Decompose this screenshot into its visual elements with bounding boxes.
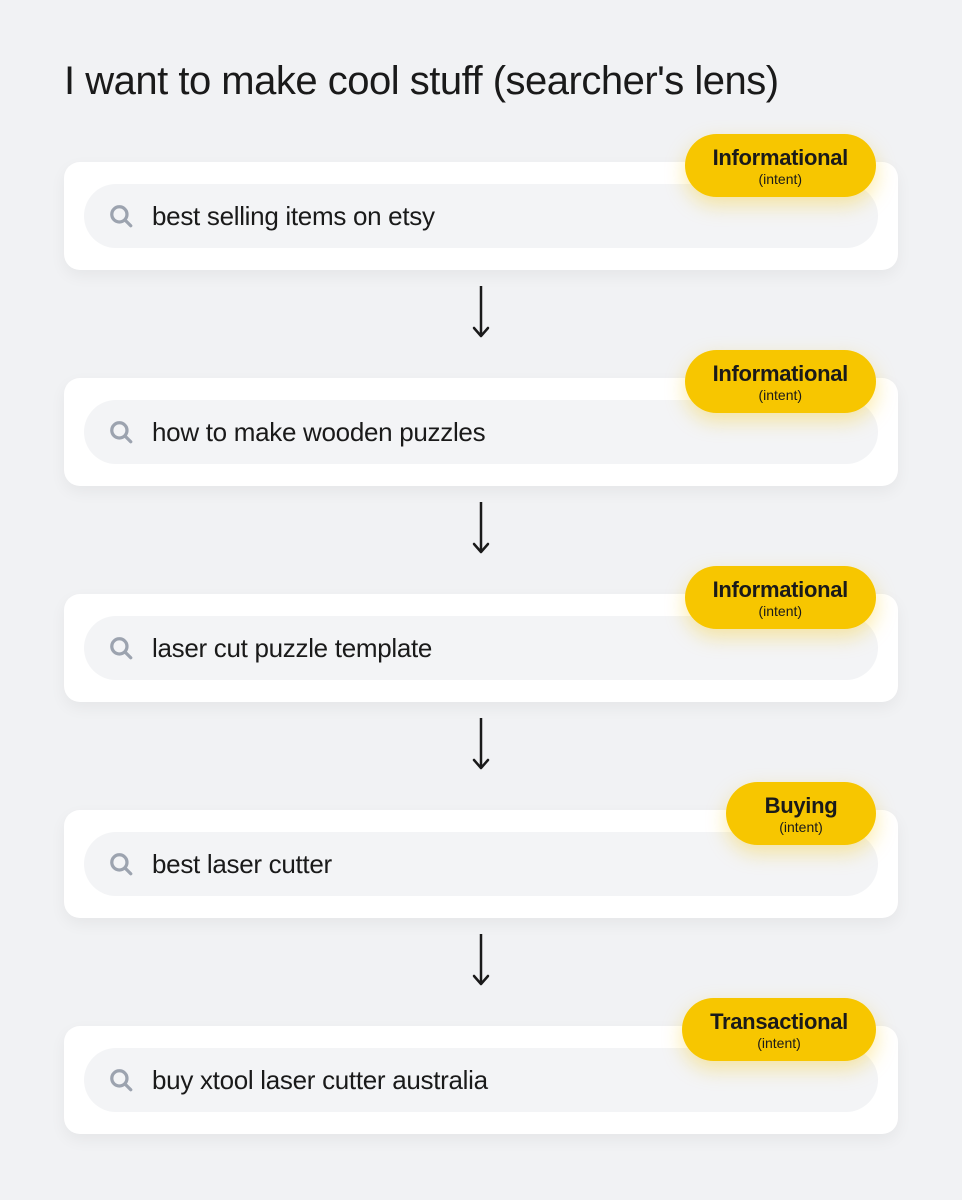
arrow-down-icon [472, 500, 490, 556]
intent-badge: Informational (intent) [685, 350, 876, 413]
search-query: buy xtool laser cutter australia [152, 1065, 488, 1096]
search-icon [108, 203, 134, 229]
intent-sublabel: (intent) [754, 819, 848, 835]
intent-badge: Informational (intent) [685, 566, 876, 629]
intent-sublabel: (intent) [713, 603, 848, 619]
flow-step: Informational (intent) how to make woode… [64, 378, 898, 486]
intent-label: Informational [713, 578, 848, 602]
flow-step: Informational (intent) laser cut puzzle … [64, 594, 898, 702]
arrow-down-icon [472, 932, 490, 988]
search-icon [108, 851, 134, 877]
page-title: I want to make cool stuff (searcher's le… [64, 56, 898, 106]
arrow-down-icon [472, 716, 490, 772]
search-query: best laser cutter [152, 849, 332, 880]
intent-sublabel: (intent) [713, 171, 848, 187]
intent-sublabel: (intent) [713, 387, 848, 403]
search-icon [108, 1067, 134, 1093]
intent-label: Buying [754, 794, 848, 818]
intent-label: Informational [713, 362, 848, 386]
flow-step: Transactional (intent) buy xtool laser c… [64, 1026, 898, 1134]
arrow-down-icon [472, 284, 490, 340]
search-query: how to make wooden puzzles [152, 417, 485, 448]
intent-sublabel: (intent) [710, 1035, 848, 1051]
search-icon [108, 635, 134, 661]
flow-step: Informational (intent) best selling item… [64, 162, 898, 270]
intent-badge: Informational (intent) [685, 134, 876, 197]
flow-step: Buying (intent) best laser cutter [64, 810, 898, 918]
search-flow: Informational (intent) best selling item… [64, 162, 898, 1134]
intent-badge: Transactional (intent) [682, 998, 876, 1061]
search-icon [108, 419, 134, 445]
intent-label: Transactional [710, 1010, 848, 1034]
intent-badge: Buying (intent) [726, 782, 876, 845]
intent-label: Informational [713, 146, 848, 170]
search-query: laser cut puzzle template [152, 633, 432, 664]
search-query: best selling items on etsy [152, 201, 435, 232]
